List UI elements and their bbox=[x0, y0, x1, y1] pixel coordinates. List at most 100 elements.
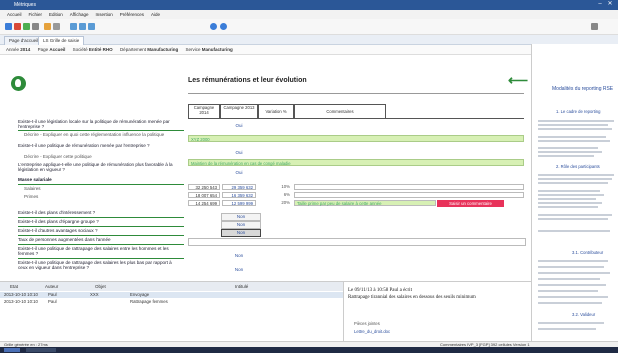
service-label: Service bbox=[185, 47, 201, 52]
start-button[interactable] bbox=[4, 348, 20, 352]
masse-comment[interactable] bbox=[294, 184, 524, 190]
menu-aide[interactable]: Aide bbox=[151, 10, 160, 19]
minimize-button[interactable]: – bbox=[596, 1, 604, 8]
table-row[interactable]: 2013-10-10 10:10 Paul Rattrapage femmes bbox=[0, 299, 343, 305]
network-icon[interactable] bbox=[220, 23, 227, 30]
menu-fichier[interactable]: Fichier bbox=[29, 10, 43, 19]
answer-rattrapage-hf[interactable]: Non bbox=[229, 253, 249, 258]
department-value[interactable]: Manufacturing bbox=[147, 47, 178, 52]
divider bbox=[18, 258, 184, 259]
divider bbox=[18, 226, 184, 227]
question-interessement: Existe-t-il des plans d'intéressement ? bbox=[18, 210, 96, 215]
help-section-3: 3.1. Contributeur bbox=[572, 250, 604, 255]
salaires-2014[interactable]: 18 007 654 bbox=[188, 192, 220, 198]
primes-2013[interactable]: 12 599 999 bbox=[222, 200, 256, 206]
service-value[interactable]: Manufacturing bbox=[202, 47, 233, 52]
help-section-2: 2. Rôle des participants bbox=[556, 164, 600, 169]
filter-bar: Année 2014 Page Accueil Société Entité R… bbox=[0, 45, 618, 55]
masse-2013[interactable]: 29 359 632 bbox=[222, 184, 256, 190]
print-icon[interactable] bbox=[32, 23, 39, 30]
page-title: Les rémunérations et leur évolution bbox=[188, 77, 307, 84]
close-icon[interactable]: ✕ bbox=[606, 1, 614, 8]
masse-2014[interactable]: 32 250 543 bbox=[188, 184, 220, 190]
company-label: Société bbox=[72, 47, 88, 52]
help-section-1: 1. Le cadre de reporting bbox=[556, 109, 601, 114]
help-text-line bbox=[538, 140, 610, 142]
page-value[interactable]: Accueil bbox=[49, 47, 65, 52]
paste-icon[interactable] bbox=[88, 23, 95, 30]
comment-meta: Le 09/11/13 à 10:58 Paul a écrit bbox=[348, 288, 412, 293]
cut-icon[interactable] bbox=[70, 23, 77, 30]
salaires-comment[interactable] bbox=[294, 192, 524, 198]
help-text-line bbox=[538, 147, 598, 149]
row-author: Paul bbox=[48, 299, 57, 304]
answer-rattrapage-bas[interactable]: Non bbox=[229, 267, 249, 272]
answer-interessement[interactable]: Non bbox=[221, 213, 261, 221]
tab-input-grid[interactable]: LS Grille de saisie bbox=[38, 36, 85, 45]
divider bbox=[18, 244, 184, 245]
comments-list-panel: Etat Auteur Objet Intitulé 2013-10-10 10… bbox=[0, 281, 343, 342]
help-text-line bbox=[538, 194, 604, 196]
divider bbox=[18, 217, 184, 218]
menu-insertion[interactable]: Insertion bbox=[95, 10, 112, 19]
primes-2014[interactable]: 14 254 699 bbox=[188, 200, 220, 206]
attachment-link[interactable]: Lettre_du_droit.doc bbox=[354, 329, 390, 334]
help-text-line bbox=[538, 266, 604, 268]
year-value[interactable]: 2014 bbox=[20, 47, 30, 52]
help-text-line bbox=[538, 290, 598, 292]
help-text-line bbox=[538, 124, 608, 126]
row-date: 2013-10-10 10:10 bbox=[4, 292, 38, 297]
menu-preferences[interactable]: Préférences bbox=[120, 10, 144, 19]
help-text-line bbox=[538, 136, 606, 138]
salaires-2013[interactable]: 16 359 632 bbox=[222, 192, 256, 198]
answer-q2[interactable]: Oui bbox=[229, 150, 249, 155]
answer-q3[interactable]: Oui bbox=[229, 170, 249, 175]
help-text-line bbox=[538, 322, 604, 324]
question-3: L'entreprise applique-t-elle une politiq… bbox=[18, 162, 173, 173]
toolbar bbox=[0, 19, 618, 35]
year-label: Année bbox=[6, 47, 20, 52]
help-text-line bbox=[538, 302, 602, 304]
refresh-icon[interactable] bbox=[23, 23, 30, 30]
help-panel: Modalités du reporting RSE 1. Le cadre d… bbox=[531, 44, 618, 341]
page-label: Page bbox=[37, 47, 49, 52]
taskbar-app[interactable] bbox=[26, 348, 56, 352]
taux-input-row[interactable] bbox=[188, 238, 526, 246]
header-campagne-2013: Campagne 2013 bbox=[220, 104, 258, 119]
help-text-line bbox=[538, 230, 610, 232]
add-comment-button[interactable]: Saisir un commentaire bbox=[437, 200, 504, 207]
taskbar bbox=[0, 347, 618, 353]
menu-accueil[interactable]: Accueil bbox=[7, 10, 22, 19]
answer-epargne[interactable]: Non bbox=[221, 221, 261, 229]
primes-comment[interactable]: Taille prime par peu de salaire à cette … bbox=[294, 200, 436, 206]
question-2: Existe-t-il une politique de rémunératio… bbox=[18, 143, 150, 148]
undo-icon[interactable] bbox=[44, 23, 51, 30]
question-1: Existe-t-il une législation locale sur l… bbox=[18, 119, 170, 130]
settings-icon[interactable] bbox=[210, 23, 217, 30]
col-intitule[interactable]: Intitulé bbox=[235, 282, 248, 291]
question-epargne: Existe-t-il des plans d'épargne groupe ? bbox=[18, 219, 99, 224]
answer-q1[interactable]: Oui bbox=[229, 123, 249, 128]
table-row[interactable]: 2013-10-10 10:10 Paul XXX Envoyage bbox=[0, 292, 343, 298]
col-auteur[interactable]: Auteur bbox=[45, 282, 58, 291]
col-etat[interactable]: Etat bbox=[10, 282, 18, 291]
company-value[interactable]: Entité RHO bbox=[89, 47, 113, 52]
row-label: Envoyage bbox=[130, 292, 150, 297]
redo-icon[interactable] bbox=[53, 23, 60, 30]
save-icon[interactable] bbox=[5, 23, 12, 30]
comment-text: Rattrapage tirannial des salaires en des… bbox=[348, 295, 476, 300]
help-text-line bbox=[538, 198, 596, 200]
header-variation: Variation % bbox=[258, 104, 294, 119]
menu-edition[interactable]: Edition bbox=[49, 10, 63, 19]
copy-icon[interactable] bbox=[79, 23, 86, 30]
comment-q2[interactable]: Maintien de la rémunération en cas de co… bbox=[188, 159, 524, 166]
answer-avantages[interactable]: Non bbox=[221, 229, 261, 237]
search-icon[interactable] bbox=[591, 23, 598, 30]
menu-affichage[interactable]: Affichage bbox=[70, 10, 89, 19]
row-object: XXX bbox=[90, 292, 99, 297]
department-label: Département bbox=[119, 47, 146, 52]
comment-q1[interactable]: XYZ 2000 bbox=[188, 135, 524, 142]
close-doc-icon[interactable] bbox=[14, 23, 21, 30]
col-objet[interactable]: Objet bbox=[95, 282, 106, 291]
back-arrow-icon[interactable]: ⟵ bbox=[508, 72, 528, 89]
